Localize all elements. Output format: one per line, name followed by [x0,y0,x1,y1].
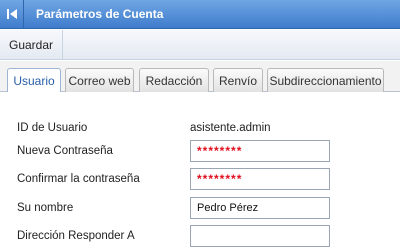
confirm-password-label: Confirmar la contraseña [17,173,140,185]
tab-subdireccionamiento[interactable]: Subdireccionamiento [267,68,384,92]
new-password-field[interactable] [190,140,330,162]
confirm-password-row: Confirmar la contraseña [0,168,400,192]
back-to-start-icon [6,9,17,19]
name-label: Su nombre [17,202,74,214]
title-bar: Parámetros de Cuenta [0,0,400,29]
user-id-value: asistente.admin [190,122,271,134]
page-title: Parámetros de Cuenta [36,7,164,21]
new-password-row: Nueva Contraseña [0,140,400,164]
user-id-row: ID de Usuario asistente.admin [0,117,400,141]
reply-to-label: Dirección Responder A [17,230,135,242]
toolbar: Guardar [0,30,400,60]
user-settings-form: ID de Usuario asistente.admin Nueva Cont… [0,92,400,250]
confirm-password-field[interactable] [190,168,330,190]
reply-to-row: Dirección Responder A [0,225,400,249]
save-button[interactable]: Guardar [0,30,64,59]
tab-redaccion[interactable]: Redacción [139,68,209,92]
back-button[interactable] [0,0,24,29]
tab-usuario[interactable]: Usuario [7,68,61,93]
tab-strip: Usuario Correo web Redacción Renvío Subd… [0,61,400,93]
name-field[interactable] [190,197,330,219]
tab-renvio[interactable]: Renvío [213,68,263,92]
tab-correo-web[interactable]: Correo web [65,68,134,92]
user-id-label: ID de Usuario [17,122,88,134]
name-row: Su nombre [0,197,400,221]
new-password-label: Nueva Contraseña [17,145,113,157]
reply-to-field[interactable] [190,225,330,247]
